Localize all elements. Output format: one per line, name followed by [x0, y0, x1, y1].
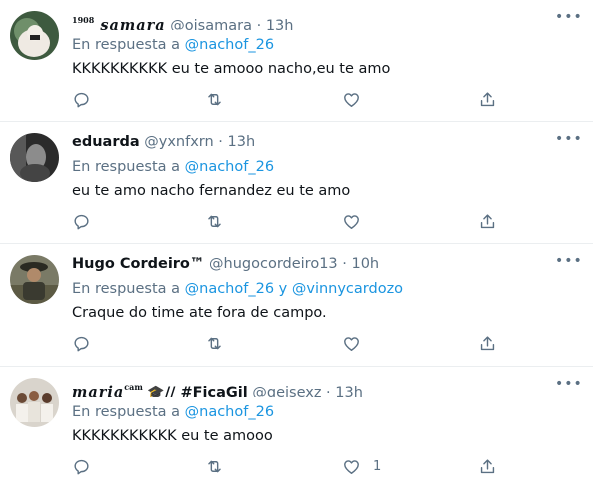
like-button[interactable] — [342, 330, 361, 356]
retweet-button[interactable] — [205, 86, 224, 112]
retweet-icon — [205, 212, 224, 231]
display-name[interactable]: eduarda — [72, 134, 140, 150]
tweet-header: Hugo Cordeiro™ @hugocordeiro13 · 10h — [72, 254, 549, 274]
reply-icon — [72, 457, 91, 476]
share-icon — [478, 457, 497, 476]
heart-icon — [342, 212, 361, 231]
tweet-actions: 1 — [0, 453, 593, 479]
more-icon[interactable]: ••• — [555, 254, 582, 274]
like-count: 1 — [373, 458, 382, 474]
reply-prefix: En respuesta a — [72, 159, 181, 175]
tweet-card[interactable]: mariacam 🎓// #FicaGil @geisexz · 13h •••… — [0, 367, 593, 487]
reply-feed: 1908 samara @oisamara · 13h ••• En respu… — [0, 0, 593, 487]
mention-link[interactable]: @nachof_26 — [185, 37, 274, 53]
share-button[interactable] — [478, 208, 497, 234]
avatar[interactable] — [10, 378, 59, 427]
tweet-card[interactable]: 1908 samara @oisamara · 13h ••• En respu… — [0, 0, 593, 122]
separator-dot: · — [218, 134, 223, 150]
more-icon[interactable]: ••• — [555, 10, 582, 30]
reply-context: En respuesta a @nachof_26 — [72, 35, 274, 55]
separator-dot: · — [326, 385, 331, 397]
heart-icon — [342, 334, 361, 353]
retweet-button[interactable] — [205, 330, 224, 356]
user-handle[interactable]: @oisamara — [170, 18, 252, 30]
avatar[interactable] — [10, 11, 59, 60]
reply-icon — [72, 334, 91, 353]
tweet-actions — [0, 330, 593, 356]
tweet-header: mariacam 🎓// #FicaGil @geisexz · 13h — [72, 377, 549, 397]
like-button[interactable]: 1 — [342, 453, 381, 479]
reply-button[interactable] — [72, 86, 91, 112]
separator-dot: · — [256, 18, 262, 30]
display-name[interactable]: mariacam — [72, 382, 143, 397]
avatar[interactable] — [10, 255, 59, 304]
mention-link[interactable]: @vinnycardozo — [292, 281, 403, 297]
reply-button[interactable] — [72, 453, 91, 479]
more-icon[interactable]: ••• — [555, 132, 582, 152]
reply-context: En respuesta a @nachof_26 — [72, 402, 274, 422]
share-button[interactable] — [478, 330, 497, 356]
tweet-header: eduarda @yxnfxrn · 13h — [72, 132, 549, 152]
more-icon[interactable]: ••• — [555, 377, 582, 397]
tweet-actions — [0, 86, 593, 112]
share-icon — [478, 90, 497, 109]
timestamp[interactable]: 13h — [335, 385, 363, 397]
heart-icon — [342, 457, 361, 476]
share-icon — [478, 334, 497, 353]
tweet-text: Craque do time ate fora de campo. — [72, 305, 327, 321]
share-icon — [478, 212, 497, 231]
mention-link[interactable]: @nachof_26 — [185, 281, 274, 297]
retweet-button[interactable] — [205, 453, 224, 479]
reply-button[interactable] — [72, 330, 91, 356]
timestamp[interactable]: 13h — [228, 134, 256, 150]
retweet-icon — [205, 334, 224, 353]
tweet-header: 1908 samara @oisamara · 13h — [72, 10, 549, 30]
share-button[interactable] — [478, 86, 497, 112]
reply-icon — [72, 90, 91, 109]
retweet-icon — [205, 90, 224, 109]
timestamp[interactable]: 10h — [351, 256, 379, 272]
user-handle[interactable]: @yxnfxrn — [144, 134, 213, 150]
tweet-text: KKKKKKKKKK eu te amooo nacho,eu te amo — [72, 61, 391, 77]
reply-prefix: En respuesta a — [72, 404, 181, 420]
like-button[interactable] — [342, 86, 361, 112]
reply-button[interactable] — [72, 208, 91, 234]
avatar[interactable] — [10, 133, 59, 182]
like-button[interactable] — [342, 208, 361, 234]
separator-dot: · — [342, 256, 347, 272]
mention-joiner: y — [278, 281, 288, 297]
heart-icon — [342, 90, 361, 109]
timestamp[interactable]: 13h — [266, 18, 294, 30]
tweet-text: KKKKKKKKKKK eu te amooo — [72, 428, 273, 444]
display-name[interactable]: 1908 samara — [72, 15, 166, 30]
display-name-tail[interactable]: // #FicaGil — [165, 385, 248, 397]
user-handle[interactable]: @geisexz — [252, 385, 321, 397]
share-button[interactable] — [478, 453, 497, 479]
mention-link[interactable]: @nachof_26 — [185, 159, 274, 175]
reply-prefix: En respuesta a — [72, 281, 181, 297]
tweet-card[interactable]: eduarda @yxnfxrn · 13h ••• En respuesta … — [0, 122, 593, 244]
reply-context: En respuesta a @nachof_26 y @vinnycardoz… — [72, 279, 403, 299]
tweet-text: eu te amo nacho fernandez eu te amo — [72, 183, 351, 199]
mention-link[interactable]: @nachof_26 — [185, 404, 274, 420]
tweet-actions — [0, 208, 593, 234]
reply-icon — [72, 212, 91, 231]
reply-context: En respuesta a @nachof_26 — [72, 157, 274, 177]
retweet-button[interactable] — [205, 208, 224, 234]
tweet-card[interactable]: Hugo Cordeiro™ @hugocordeiro13 · 10h •••… — [0, 244, 593, 367]
graduation-cap-icon: 🎓 — [147, 385, 165, 397]
retweet-icon — [205, 457, 224, 476]
display-name[interactable]: Hugo Cordeiro™ — [72, 256, 204, 272]
user-handle[interactable]: @hugocordeiro13 — [209, 256, 338, 272]
reply-prefix: En respuesta a — [72, 37, 181, 53]
